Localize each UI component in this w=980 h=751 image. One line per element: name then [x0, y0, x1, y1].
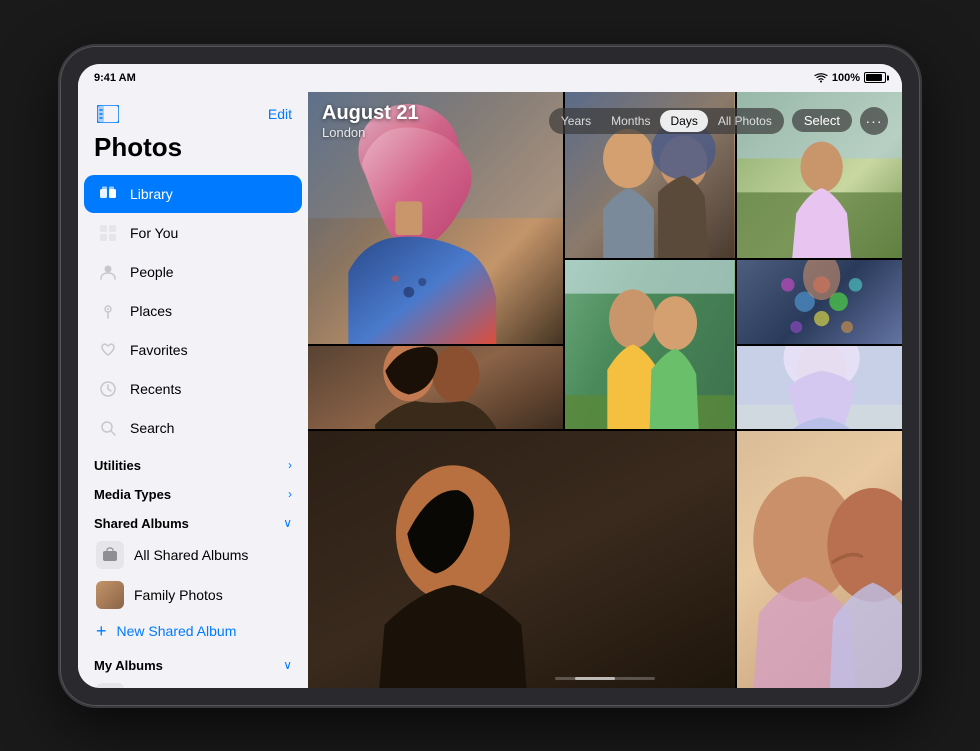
- library-icon: [96, 182, 120, 206]
- sidebar-item-search[interactable]: Search: [84, 409, 302, 447]
- media-types-chevron: ›: [288, 487, 292, 501]
- select-button[interactable]: Select: [792, 109, 852, 132]
- sidebar: Edit Photos Library: [78, 92, 308, 688]
- sidebar-item-recents[interactable]: Recents: [84, 370, 302, 408]
- view-mode-selector: Years Months Days All Photos: [549, 108, 784, 134]
- status-right: 100%: [814, 72, 886, 84]
- bottom-right-photo[interactable]: [737, 431, 902, 687]
- grid-item-6[interactable]: [565, 260, 734, 429]
- photo-grid: [308, 92, 902, 688]
- sidebar-item-people[interactable]: People: [84, 253, 302, 291]
- sidebar-item-all-shared-albums[interactable]: All Shared Albums: [84, 535, 302, 575]
- sidebar-title: Photos: [78, 132, 308, 175]
- main-content: Edit Photos Library: [78, 92, 902, 688]
- sidebar-item-all-albums[interactable]: All Albums: [84, 677, 302, 688]
- topbar-controls: Years Months Days All Photos Select ···: [549, 107, 888, 135]
- scroll-indicator: [555, 677, 655, 680]
- places-icon: [96, 299, 120, 323]
- new-shared-album-item[interactable]: + New Shared Album: [84, 615, 302, 648]
- family-photos-label: Family Photos: [134, 587, 223, 603]
- utilities-section-header[interactable]: Utilities ›: [78, 448, 308, 477]
- grid-item-1[interactable]: [308, 92, 563, 344]
- ipad-screen: 9:41 AM 100%: [78, 64, 902, 688]
- grid-item-7[interactable]: [737, 260, 902, 343]
- recents-icon: [96, 377, 120, 401]
- my-albums-section-header[interactable]: My Albums ∨: [78, 648, 308, 677]
- battery-percent: 100%: [832, 72, 860, 84]
- places-label: Places: [130, 303, 172, 319]
- sidebar-item-library[interactable]: Library: [84, 175, 302, 213]
- ipad-frame: 9:41 AM 100%: [60, 46, 920, 706]
- months-btn[interactable]: Months: [601, 110, 660, 132]
- all-shared-albums-label: All Shared Albums: [134, 547, 248, 563]
- all-shared-albums-icon: [96, 541, 124, 569]
- sidebar-item-family-photos[interactable]: Family Photos: [84, 575, 302, 615]
- media-types-section-header[interactable]: Media Types ›: [78, 477, 308, 506]
- wifi-icon: [814, 73, 828, 83]
- search-label: Search: [130, 420, 174, 436]
- years-btn[interactable]: Years: [551, 110, 601, 132]
- library-label: Library: [130, 186, 173, 202]
- more-dots: ···: [866, 113, 883, 129]
- grid-item-5[interactable]: [308, 346, 563, 429]
- status-time: 9:41 AM: [94, 72, 136, 84]
- people-label: People: [130, 264, 174, 280]
- all-photos-btn[interactable]: All Photos: [708, 110, 782, 132]
- shared-albums-chevron: ∨: [283, 516, 292, 530]
- all-albums-icon: [96, 683, 124, 688]
- people-icon: [96, 260, 120, 284]
- shared-albums-title: Shared Albums: [94, 516, 189, 531]
- photo-area: August 21 London Years Months Days All P…: [308, 92, 902, 688]
- media-types-title: Media Types: [94, 487, 171, 502]
- status-bar: 9:41 AM 100%: [78, 64, 902, 92]
- utilities-title: Utilities: [94, 458, 141, 473]
- sidebar-toggle-icon[interactable]: [94, 100, 122, 128]
- favorites-label: Favorites: [130, 342, 188, 358]
- sidebar-item-places[interactable]: Places: [84, 292, 302, 330]
- sidebar-item-for-you[interactable]: For You: [84, 214, 302, 252]
- family-photos-icon: [96, 581, 124, 609]
- recents-label: Recents: [130, 381, 181, 397]
- favorites-icon: [96, 338, 120, 362]
- days-btn[interactable]: Days: [660, 110, 707, 132]
- search-icon: [96, 416, 120, 440]
- for-you-label: For You: [130, 225, 178, 241]
- new-shared-album-label: New Shared Album: [117, 623, 237, 639]
- scroll-thumb: [575, 677, 615, 680]
- sidebar-item-favorites[interactable]: Favorites: [84, 331, 302, 369]
- grid-item-8[interactable]: [737, 346, 902, 429]
- my-albums-title: My Albums: [94, 658, 163, 673]
- for-you-icon: [96, 221, 120, 245]
- battery-icon: [864, 72, 886, 83]
- more-button[interactable]: ···: [860, 107, 888, 135]
- my-albums-chevron: ∨: [283, 658, 292, 672]
- utilities-chevron: ›: [288, 458, 292, 472]
- sidebar-header: Edit: [78, 92, 308, 132]
- new-album-plus: +: [96, 621, 107, 642]
- edit-button[interactable]: Edit: [268, 106, 292, 122]
- shared-albums-section-header[interactable]: Shared Albums ∨: [78, 506, 308, 535]
- bottom-left-photo[interactable]: [308, 431, 735, 687]
